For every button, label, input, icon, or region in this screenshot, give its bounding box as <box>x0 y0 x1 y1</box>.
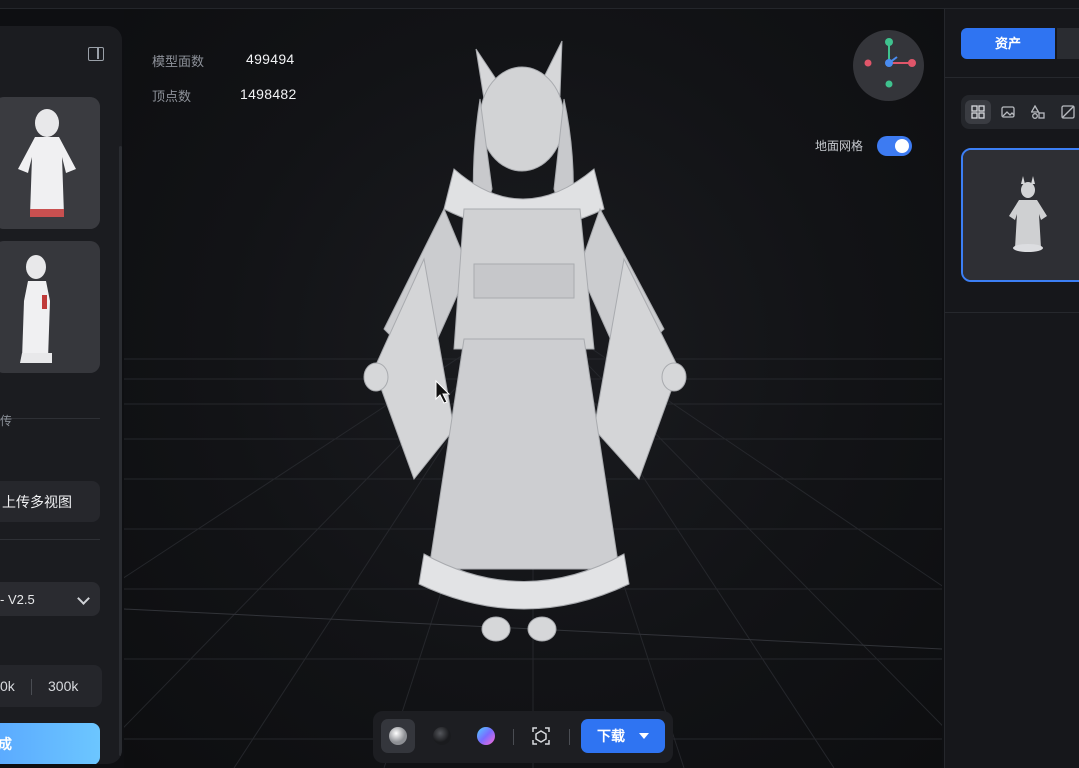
vertices-label: 顶点数 <box>152 89 192 104</box>
left-panel: 传 上传多视图 - V2.5 0k 300k 成 <box>0 26 122 764</box>
asset-filter-bar <box>961 95 1079 129</box>
axis-gizmo[interactable] <box>853 30 924 101</box>
view-thumbnail-back[interactable] <box>0 97 100 229</box>
divider <box>0 539 100 540</box>
ground-grid <box>124 40 942 768</box>
figure-back-icon <box>0 97 100 229</box>
tab-other[interactable] <box>1057 28 1079 59</box>
face-count-option[interactable]: 0k <box>0 678 15 694</box>
separator <box>569 729 570 745</box>
color-sphere-icon[interactable] <box>469 719 503 753</box>
3d-viewport[interactable] <box>124 9 942 768</box>
scrollbar[interactable] <box>119 146 122 756</box>
figure-thumbnail-icon <box>963 150 1079 280</box>
shapes-icon[interactable] <box>1025 100 1051 124</box>
axis-gizmo-icon <box>864 38 916 88</box>
separator <box>513 729 514 745</box>
bottom-toolbar: 下载 <box>373 711 673 763</box>
right-panel: 资产 <box>944 9 1079 768</box>
figure-side-icon <box>0 241 100 373</box>
download-button[interactable]: 下载 <box>581 719 665 753</box>
focus-icon[interactable] <box>524 719 558 753</box>
dark-sphere-icon[interactable] <box>425 719 459 753</box>
model-version-value: - V2.5 <box>0 591 35 607</box>
ground-grid-toggle[interactable] <box>877 136 912 156</box>
divider <box>0 418 100 419</box>
top-bar <box>0 0 1079 9</box>
tab-assets[interactable]: 资产 <box>961 28 1055 59</box>
model-version-select[interactable]: - V2.5 <box>0 582 100 616</box>
sidebar-collapse-icon[interactable] <box>88 47 104 61</box>
face-count-option[interactable]: 300k <box>48 678 78 694</box>
faces-label: 模型面数 <box>152 54 205 69</box>
face-count-selector: 0k 300k <box>0 665 102 707</box>
faces-value: 499494 <box>246 51 295 67</box>
generate-button[interactable]: 成 <box>0 723 100 764</box>
chevron-down-icon <box>77 592 90 605</box>
grid-icon[interactable] <box>965 100 991 124</box>
model-icon[interactable] <box>1055 100 1079 124</box>
generate-label: 成 <box>0 736 12 752</box>
asset-card-selected[interactable] <box>961 148 1079 282</box>
upload-section-label: 传 <box>0 414 13 428</box>
image-icon[interactable] <box>995 100 1021 124</box>
divider <box>945 312 1079 313</box>
separator <box>31 679 32 695</box>
vertices-value: 1498482 <box>240 86 297 102</box>
upload-multiview-button[interactable]: 上传多视图 <box>0 481 100 522</box>
view-thumbnail-side[interactable] <box>0 241 100 373</box>
clay-sphere-icon[interactable] <box>381 719 415 753</box>
divider <box>945 77 1079 78</box>
download-label: 下载 <box>597 728 625 744</box>
ground-grid-label: 地面网格 <box>815 139 864 153</box>
upload-multiview-label: 上传多视图 <box>2 493 72 510</box>
